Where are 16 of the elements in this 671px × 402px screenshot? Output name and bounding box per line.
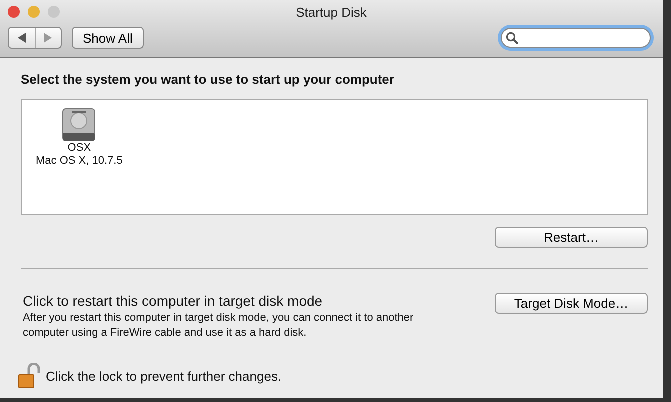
target-disk-mode-button[interactable]: Target Disk Mode… bbox=[495, 293, 648, 314]
lock-label: Click the lock to prevent further changes. bbox=[46, 368, 282, 384]
target-mode-description: After you restart this computer in target disk mode, you can connect it to another computer using a FireWire cable and use it as a hard disk. bbox=[23, 311, 415, 341]
section-heading: Select the system you want to use to start up your computer bbox=[21, 72, 396, 87]
window-title: Startup Disk bbox=[295, 4, 368, 20]
restart-button[interactable]: Restart… bbox=[495, 227, 648, 248]
disk-version: Mac OS X, 10.7.5 bbox=[36, 155, 123, 168]
close-button[interactable] bbox=[8, 6, 20, 18]
forward-arrow-icon bbox=[44, 33, 52, 43]
search-icon bbox=[506, 32, 519, 45]
back-arrow-icon bbox=[18, 33, 26, 43]
open-padlock-icon[interactable] bbox=[18, 363, 40, 389]
target-mode-title: Click to restart this computer in target disk mode bbox=[23, 293, 324, 309]
search-field[interactable] bbox=[501, 28, 651, 48]
show-all-button[interactable]: Show All bbox=[72, 27, 144, 49]
disk-name: OSX bbox=[68, 142, 92, 155]
